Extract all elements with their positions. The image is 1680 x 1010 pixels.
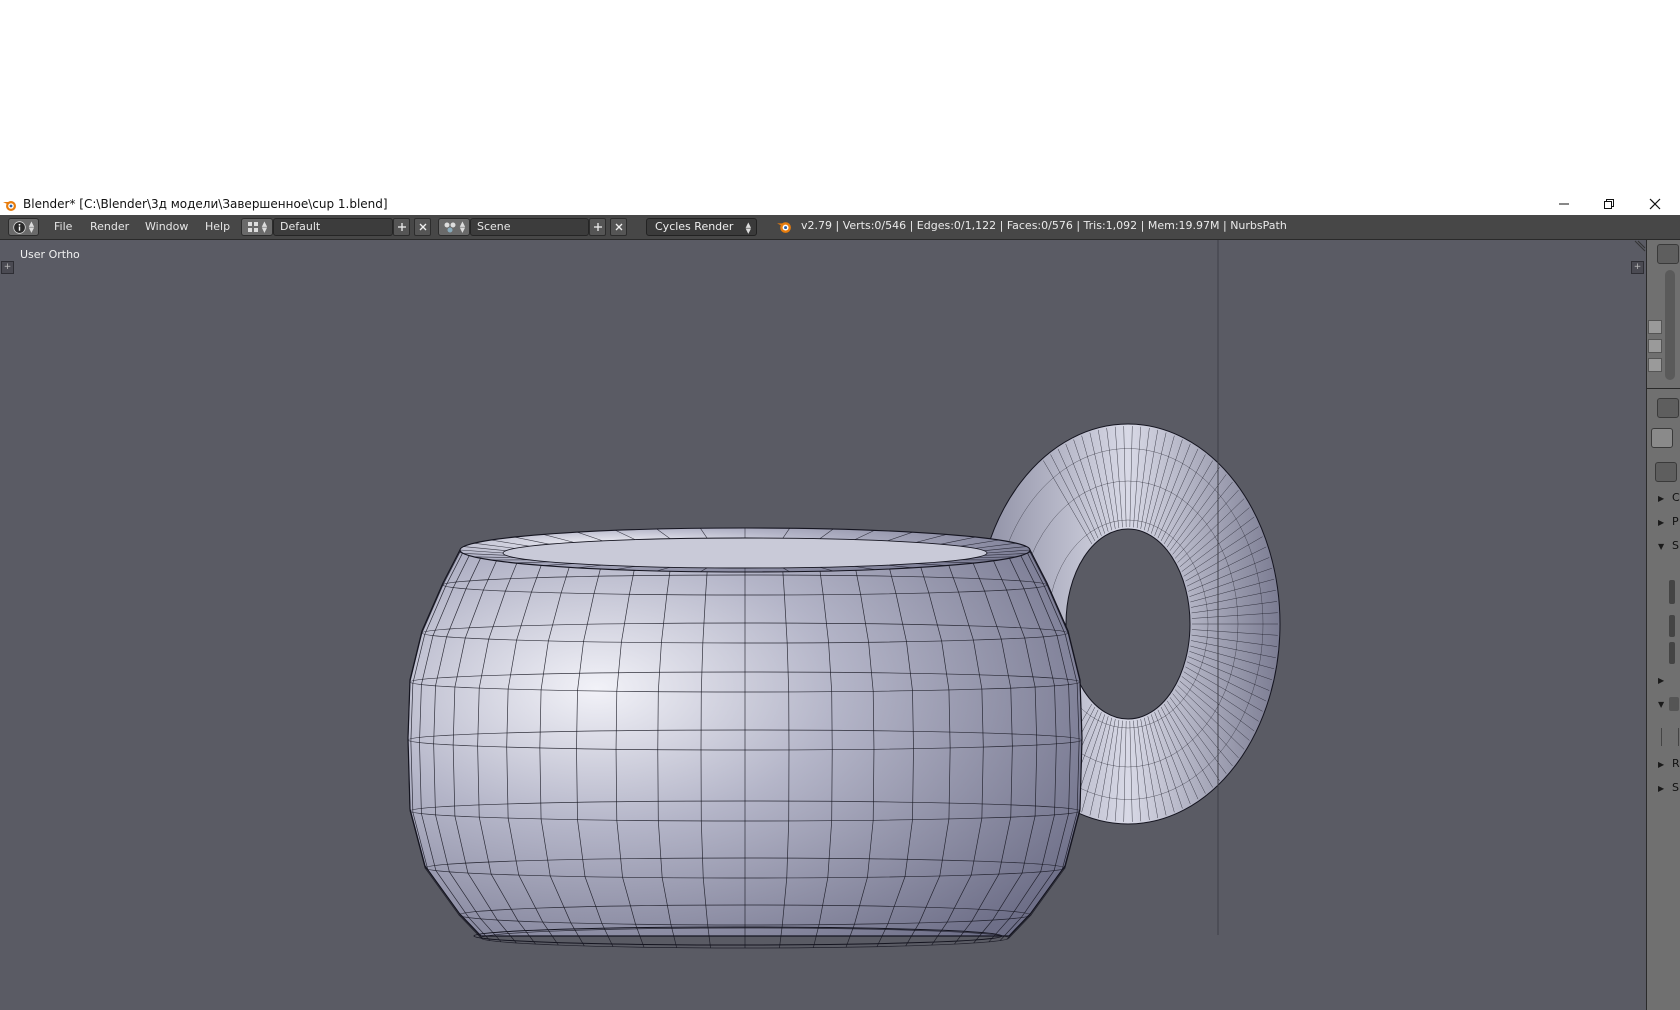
delete-screen-button[interactable] (414, 218, 431, 236)
scene-field[interactable]: Scene (470, 218, 589, 236)
x-icon (615, 223, 622, 231)
updown-arrows-icon: ▲ ▼ (261, 220, 268, 234)
blender-logo-icon (2, 197, 18, 216)
outliner-icon[interactable] (1657, 244, 1679, 264)
restore-button[interactable] (1586, 193, 1632, 215)
plus-icon (593, 223, 602, 231)
panel-divider (1647, 388, 1680, 389)
plus-icon (397, 223, 406, 231)
render-engine-dropdown[interactable]: Cycles Render ▲ ▼ (646, 218, 757, 236)
help-menu[interactable]: Help (199, 218, 236, 236)
panel-expand-icon[interactable]: ▶ (1658, 784, 1664, 793)
panel-button[interactable] (1669, 697, 1679, 711)
3d-viewport[interactable]: User Ortho + + (0, 240, 1646, 1010)
screen-layout-field[interactable]: Default (273, 218, 393, 236)
render-menu[interactable]: Render (84, 218, 135, 236)
tools-icon[interactable] (1651, 428, 1673, 448)
cup-mesh-render (407, 240, 1281, 949)
editor-type-button[interactable]: ▲ ▼ (8, 218, 39, 236)
x-icon (419, 223, 426, 231)
file-menu[interactable]: File (48, 218, 78, 236)
scene-browse-button[interactable]: ▲ ▼ (438, 218, 470, 236)
panel-expand-icon[interactable]: ▶ (1658, 676, 1664, 685)
delete-scene-button[interactable] (610, 218, 627, 236)
panel-label: P (1672, 515, 1679, 528)
camera-icon (1648, 320, 1662, 334)
window-title: Blender* [C:\Blender\3д модели\Завершенн… (23, 197, 388, 211)
add-screen-button[interactable] (393, 218, 410, 236)
info-icon (13, 220, 26, 234)
panel-label: C (1672, 491, 1680, 504)
camera-icon (1648, 339, 1662, 353)
close-button[interactable] (1632, 193, 1678, 215)
scene-statistics: v2.79 | Verts:0/546 | Edges:0/1,122 | Fa… (801, 219, 1287, 232)
render-engine-label: Cycles Render (655, 220, 734, 233)
updown-arrows-icon: ▲ ▼ (28, 220, 35, 234)
info-header: ▲ ▼ File Render Window Help ▲ ▼ Default ▲ ▼… (0, 215, 1680, 240)
camera-icon (1648, 358, 1662, 372)
panel-label: S (1672, 539, 1679, 552)
scene-icon (444, 222, 456, 233)
panel-expand-icon[interactable]: ▶ (1658, 494, 1664, 503)
modifier-icon[interactable] (1655, 462, 1677, 482)
title-bar: Blender* [C:\Blender\3д модели\Завершенн… (0, 193, 1680, 215)
blender-window: Blender* [C:\Blender\3д модели\Завершенн… (0, 193, 1680, 1010)
properties-editor-type-icon[interactable] (1657, 398, 1679, 418)
window-menu[interactable]: Window (139, 218, 194, 236)
minimize-icon (1559, 203, 1569, 205)
properties-editor: ▶ C ▶ P ▼ S ▶ ▼ ▶ R ▶ S (1646, 240, 1680, 1010)
restore-icon (1604, 199, 1614, 209)
panel-label: R (1672, 757, 1680, 770)
updown-arrows-icon: ▲ ▼ (459, 220, 466, 234)
panel-expand-icon[interactable]: ▶ (1658, 760, 1664, 769)
panel-expand-icon[interactable]: ▶ (1658, 518, 1664, 527)
slider-handle[interactable] (1669, 580, 1675, 604)
panel-field[interactable] (1661, 728, 1679, 746)
blender-logo-icon (776, 219, 793, 237)
close-icon (1649, 198, 1661, 210)
slider-handle[interactable] (1669, 642, 1675, 664)
panel-collapse-icon[interactable]: ▼ (1658, 700, 1664, 709)
slider-handle[interactable] (1669, 615, 1675, 637)
panel-label: S (1672, 781, 1679, 794)
updown-arrows-icon: ▲ ▼ (745, 221, 751, 235)
minimize-button[interactable] (1541, 193, 1587, 215)
layout-grid-icon (247, 222, 258, 232)
outliner-scrollbar[interactable] (1665, 270, 1675, 380)
screen-layout-browse-button[interactable]: ▲ ▼ (241, 218, 273, 236)
add-scene-button[interactable] (589, 218, 606, 236)
panel-collapse-icon[interactable]: ▼ (1658, 542, 1664, 551)
